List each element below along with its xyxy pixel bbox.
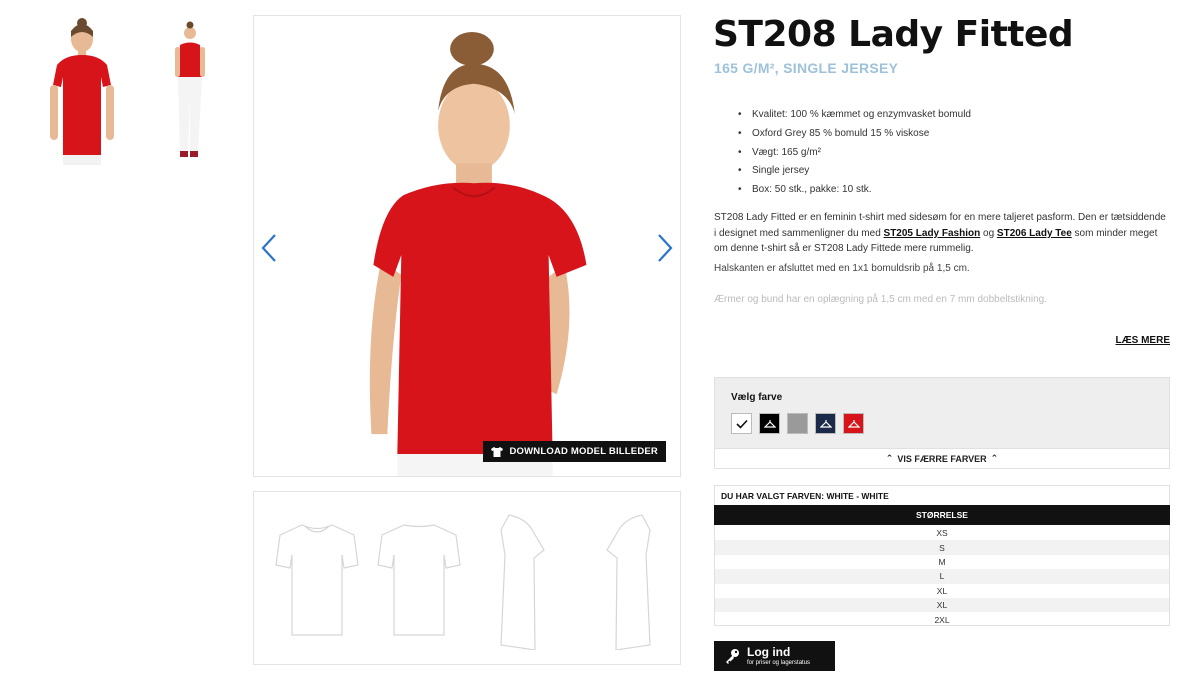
chevron-left-icon: [261, 234, 276, 262]
tshirt-front-image: [275, 524, 359, 636]
description-text: og: [980, 227, 997, 239]
next-image-button[interactable]: [653, 231, 677, 265]
spec-item: Box: 50 stk., pakke: 10 stk.: [738, 183, 971, 202]
size-row[interactable]: 2XL: [715, 612, 1169, 626]
product-subtitle: 165 G/M², SINGLE JERSEY: [714, 60, 899, 76]
download-label: DOWNLOAD MODEL BILLEDER: [509, 446, 658, 457]
chevron-right-icon: [658, 234, 673, 262]
tshirt-side-image-2: [606, 514, 651, 651]
link-st205[interactable]: ST205 Lady Fashion: [884, 228, 981, 239]
flat-image-side-left[interactable]: [479, 510, 569, 651]
login-text: Log ind for priser og lagerstatus: [747, 646, 810, 666]
login-label: Log ind: [747, 645, 791, 659]
spec-item: Single jersey: [738, 164, 971, 183]
model-photo: [254, 16, 680, 476]
flat-image-back[interactable]: [374, 510, 464, 650]
link-st206[interactable]: ST206 Lady Tee: [997, 228, 1072, 239]
swatch-grey[interactable]: [787, 413, 808, 434]
hanger-icon: [819, 419, 832, 428]
chevron-up-icon: ⌃: [885, 453, 894, 463]
model-full-body-image: [175, 21, 205, 157]
color-swatches: [731, 413, 864, 434]
size-row[interactable]: L: [715, 569, 1169, 584]
chosen-color-label: DU HAR VALGT FARVEN: WHITE - WHITE: [721, 491, 889, 501]
size-header: STØRRELSE: [714, 505, 1170, 525]
tshirt-side-image: [500, 514, 545, 651]
flat-image-front[interactable]: [272, 510, 362, 650]
tshirt-icon: [491, 446, 504, 457]
thumbnail-front-view[interactable]: [35, 15, 130, 165]
size-row[interactable]: XL: [715, 597, 1169, 613]
swatch-black[interactable]: [759, 413, 780, 434]
color-selector: Vælg farve: [714, 377, 1170, 449]
thumbnail-full-body-view[interactable]: [140, 15, 235, 165]
spec-list: Kvalitet: 100 % kæmmet og enzymvasket bo…: [738, 108, 971, 202]
key-icon: [726, 649, 739, 664]
size-row[interactable]: S: [715, 540, 1169, 555]
spec-item: Kvalitet: 100 % kæmmet og enzymvasket bo…: [738, 108, 971, 127]
size-row[interactable]: XL: [715, 584, 1169, 598]
color-label: Vælg farve: [731, 392, 783, 403]
hanger-icon: [847, 419, 860, 428]
previous-image-button[interactable]: [257, 231, 281, 265]
swatch-white[interactable]: [731, 413, 752, 434]
size-row[interactable]: M: [715, 555, 1169, 569]
show-fewer-colors-button[interactable]: ⌃ VIS FÆRRE FARVER ⌃: [714, 449, 1170, 469]
flat-images-strip: [253, 491, 681, 665]
product-description: ST208 Lady Fitted er en feminin t-shirt …: [714, 210, 1170, 257]
read-more-link[interactable]: LÆS MERE: [1116, 335, 1170, 346]
fewer-colors-label: VIS FÆRRE FARVER: [897, 453, 987, 464]
chevron-up-icon: ⌃: [990, 453, 999, 463]
swatch-red[interactable]: [843, 413, 864, 434]
main-product-image: DOWNLOAD MODEL BILLEDER: [253, 15, 681, 477]
size-rows: XS S M L XL XL 2XL: [715, 526, 1169, 627]
product-description-neckline: Halskanten er afsluttet med en 1x1 bomul…: [714, 263, 970, 274]
swatch-navy[interactable]: [815, 413, 836, 434]
flat-image-side-right[interactable]: [582, 510, 672, 651]
product-title: ST208 Lady Fitted: [713, 14, 1074, 55]
login-button[interactable]: Log ind for priser og lagerstatus: [714, 641, 835, 671]
model-thumbnail-image: [50, 18, 114, 165]
tshirt-back-image: [377, 524, 461, 636]
download-model-images-button[interactable]: DOWNLOAD MODEL BILLEDER: [483, 441, 666, 462]
spec-item: Vægt: 165 g/m²: [738, 146, 971, 165]
hanger-icon: [763, 419, 776, 428]
size-table: DU HAR VALGT FARVEN: WHITE - WHITE STØRR…: [714, 485, 1170, 626]
product-description-faded: Ærmer og bund har en oplægning på 1,5 cm…: [714, 294, 1047, 305]
size-row[interactable]: XS: [715, 526, 1169, 540]
checkmark-icon: [735, 419, 748, 429]
spec-item: Oxford Grey 85 % bomuld 15 % viskose: [738, 127, 971, 146]
login-sublabel: for priser og lagerstatus: [747, 660, 811, 666]
